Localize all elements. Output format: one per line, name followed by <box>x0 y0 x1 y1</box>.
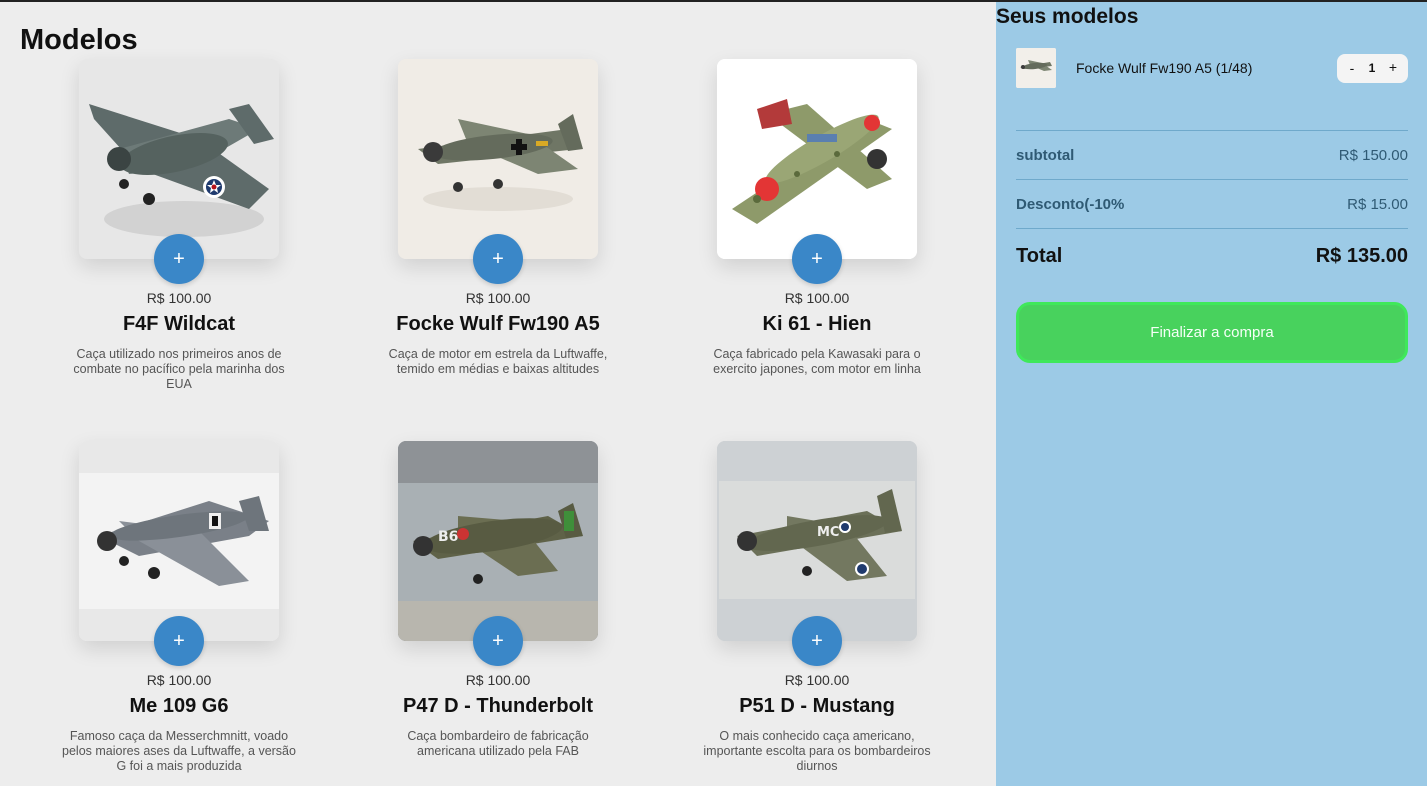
subtotal-value: R$ 150.00 <box>1338 147 1408 164</box>
product-description: Caça utilizado nos primeiros anos de com… <box>73 347 285 391</box>
product-price: R$ 100.00 <box>784 290 850 306</box>
product-price: R$ 100.00 <box>784 672 850 688</box>
plane-ki61-icon <box>717 59 917 259</box>
svg-text:B6: B6 <box>438 529 458 545</box>
checkout-button[interactable]: Finalizar a compra <box>1016 302 1408 363</box>
product-price: R$ 100.00 <box>146 672 212 688</box>
product-image[interactable] <box>79 441 279 641</box>
product-name: Ki 61 - Hien <box>762 313 872 335</box>
quantity-value: 1 <box>1368 61 1376 75</box>
plane-p47-icon: B6 <box>398 441 598 641</box>
plane-fw190-icon <box>398 59 598 259</box>
product-description: Caça de motor em estrela da Luftwaffe, t… <box>388 347 608 376</box>
cart-sidebar: Seus modelos Focke Wulf Fw190 A5 (1/48) … <box>996 2 1427 786</box>
product-description: Caça bombardeiro de fabricação americana… <box>407 729 589 758</box>
add-to-cart-button[interactable]: + <box>792 234 842 284</box>
divider <box>1016 130 1408 131</box>
product-name: P47 D - Thunderbolt <box>403 695 593 717</box>
product-area: Modelos + R$ 100.00 F4F Wildcat Caça uti… <box>0 2 996 786</box>
subtotal-label: subtotal <box>1016 147 1075 164</box>
page-title: Modelos <box>20 24 138 56</box>
product-description: Famoso caça da Messerchmnitt, voado pelo… <box>62 729 296 773</box>
plane-me109-icon <box>79 441 279 641</box>
plane-p51-icon: MC <box>717 441 917 641</box>
svg-text:MC: MC <box>817 525 839 540</box>
product-name: Me 109 G6 <box>129 695 229 717</box>
product-name: P51 D - Mustang <box>739 695 895 717</box>
add-to-cart-button[interactable]: + <box>154 234 204 284</box>
product-image[interactable] <box>717 59 917 259</box>
decrease-quantity-button[interactable]: - <box>1346 60 1358 76</box>
product-price: R$ 100.00 <box>465 290 531 306</box>
add-to-cart-button[interactable]: + <box>154 616 204 666</box>
discount-label: Desconto(-10% <box>1016 196 1125 213</box>
add-to-cart-button[interactable]: + <box>473 616 523 666</box>
add-to-cart-button[interactable]: + <box>473 234 523 284</box>
product-image[interactable] <box>79 59 279 259</box>
add-to-cart-button[interactable]: + <box>792 616 842 666</box>
total-value: R$ 135.00 <box>1315 245 1408 267</box>
cart-item: Focke Wulf Fw190 A5 (1/48) - 1 + <box>1016 48 1408 88</box>
cart-item-name: Focke Wulf Fw190 A5 (1/48) <box>1076 60 1253 76</box>
discount-value: R$ 15.00 <box>1347 196 1408 213</box>
product-description: Caça fabricado pela Kawasaki para o exer… <box>713 347 921 376</box>
divider <box>1016 179 1408 180</box>
plane-fw190-icon <box>1016 48 1056 88</box>
product-image[interactable]: MC <box>717 441 917 641</box>
divider <box>1016 228 1408 229</box>
product-image[interactable]: B6 <box>398 441 598 641</box>
increase-quantity-button[interactable]: + <box>1387 59 1399 75</box>
product-description: O mais conhecido caça americano, importa… <box>703 729 931 773</box>
product-price: R$ 100.00 <box>146 290 212 306</box>
cart-item-image <box>1016 48 1056 88</box>
quantity-stepper: - 1 + <box>1337 54 1408 83</box>
product-name: F4F Wildcat <box>122 313 236 335</box>
total-label: Total <box>1016 245 1063 267</box>
product-price: R$ 100.00 <box>465 672 531 688</box>
product-name: Focke Wulf Fw190 A5 <box>396 313 600 335</box>
plane-f4f-wildcat-icon <box>79 59 279 259</box>
product-image[interactable] <box>398 59 598 259</box>
cart-title: Seus modelos <box>996 5 1139 28</box>
